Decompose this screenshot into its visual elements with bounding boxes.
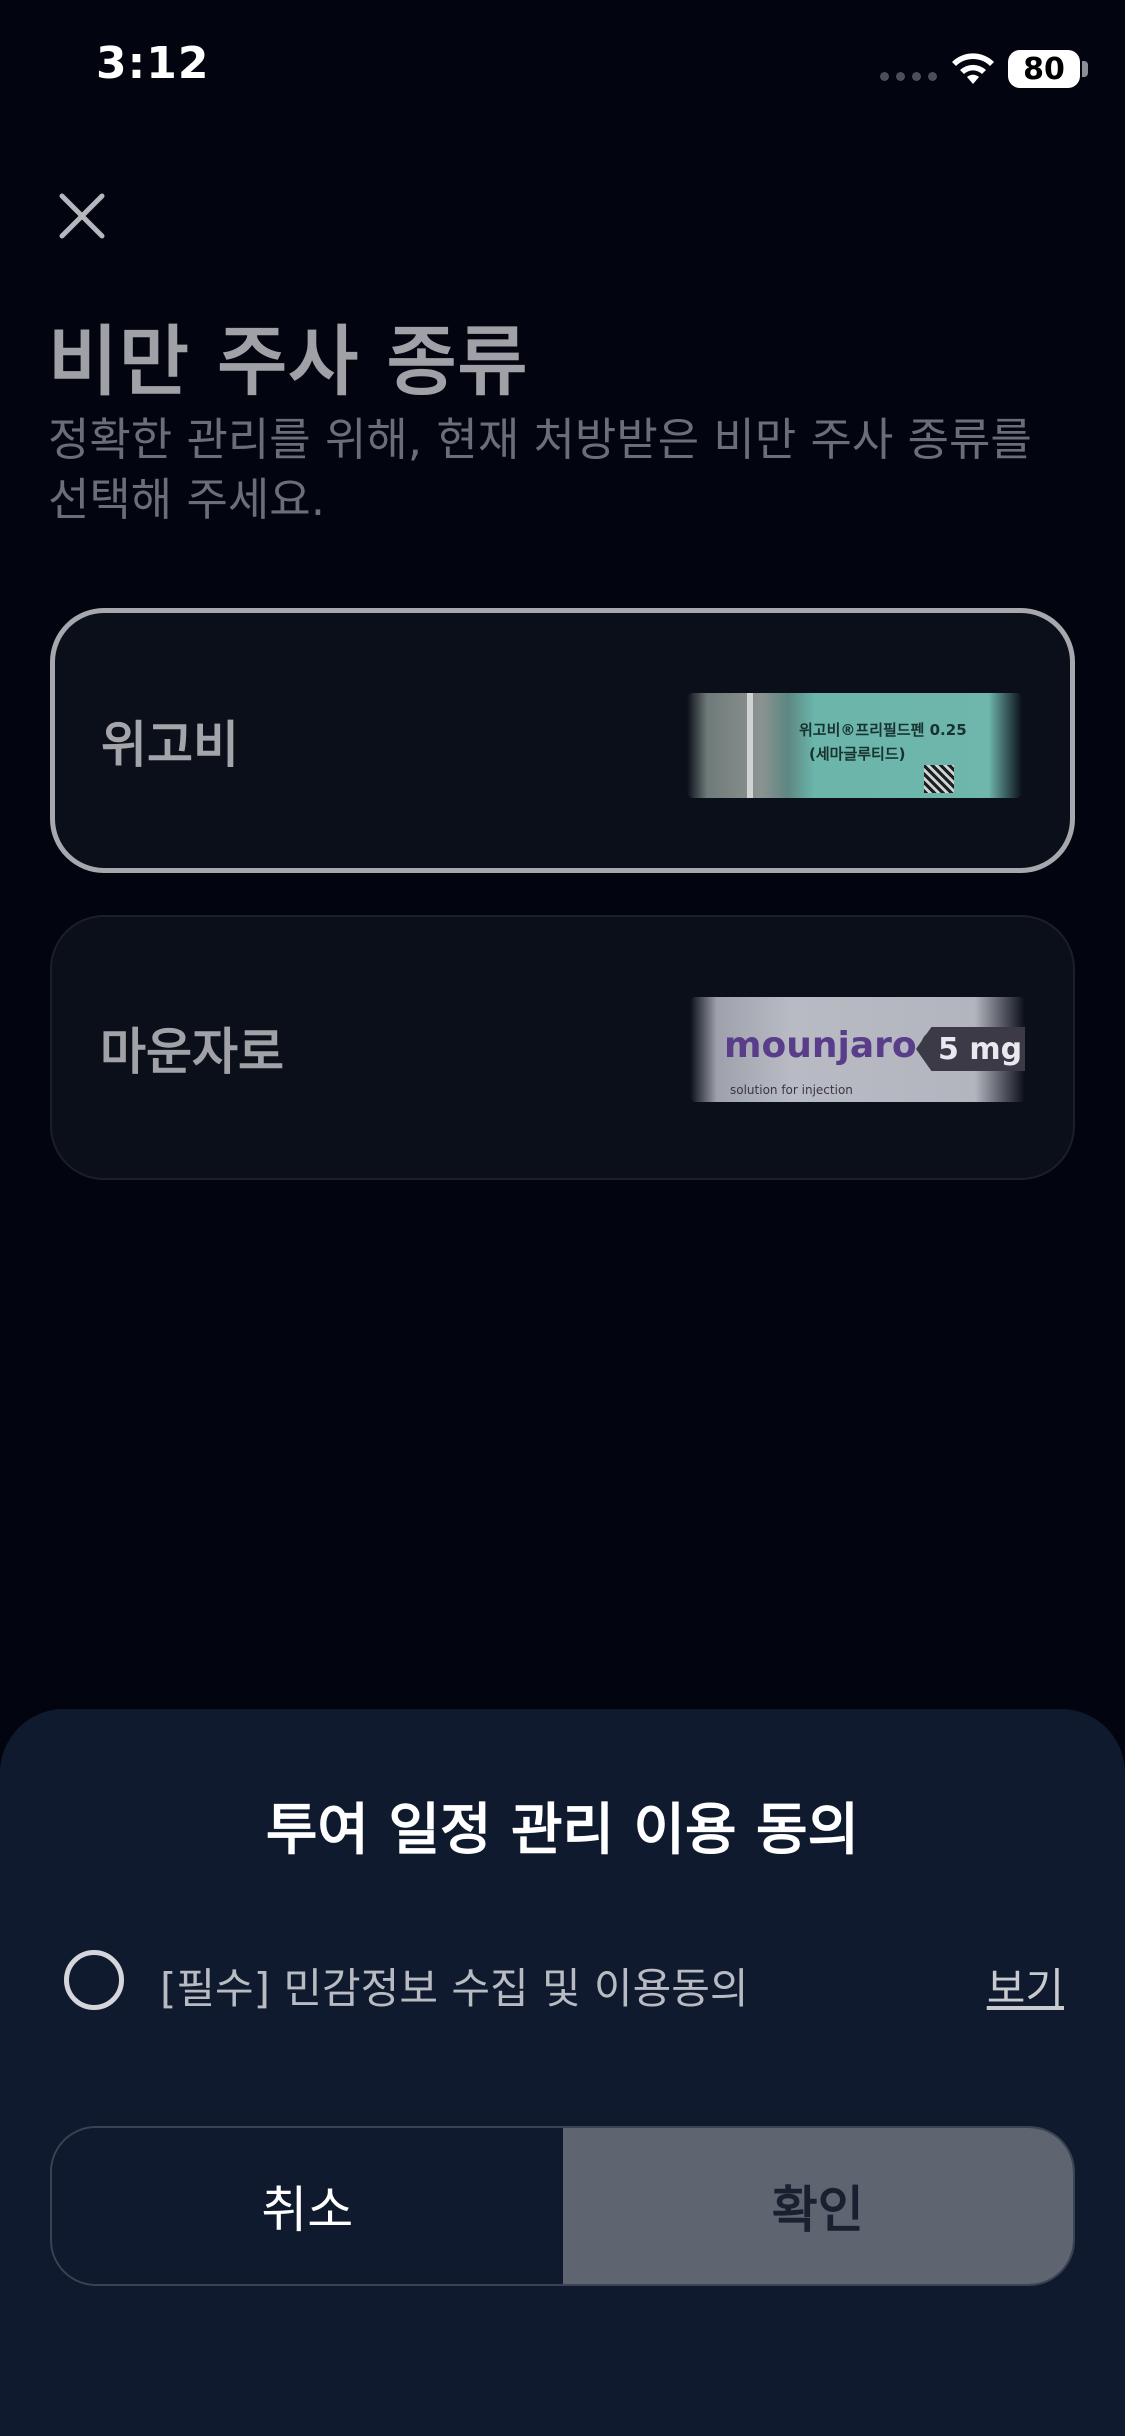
option-card-wegovy[interactable]: 위고비 위고비®프리필드펜 0.25 (세마글루티드)	[50, 608, 1075, 873]
option-card-mounjaro[interactable]: 마운자로 mounjaro® 5 mg solution for injecti…	[50, 915, 1075, 1180]
close-icon[interactable]	[52, 186, 112, 246]
pen-label-line2: (세마글루티드)	[809, 745, 906, 763]
status-time: 3:12	[96, 38, 210, 89]
page-subtitle: 정확한 관리를 위해, 현재 처방받은 비만 주사 종류를 선택해 주세요.	[48, 413, 1032, 526]
cancel-button[interactable]: 취소	[52, 2128, 563, 2284]
consent-row[interactable]: [필수] 민감정보 수집 및 이용동의 보기	[64, 1945, 1064, 2015]
view-terms-link[interactable]: 보기	[987, 1955, 1064, 2016]
qr-code-icon	[924, 765, 954, 793]
sheet-title: 투여 일정 관리 이용 동의	[265, 1798, 860, 1863]
option-label: 마운자로	[100, 1022, 284, 1081]
pen-sub: solution for injection	[730, 1083, 853, 1097]
battery-icon: 80	[1008, 50, 1080, 88]
page-title: 비만 주사 종류	[48, 317, 529, 406]
button-group: 취소 확인	[50, 2126, 1075, 2286]
screen: 3:12 80 비만 주사 종류 정확한 관리를 위해, 현재 처방받은 비만 …	[0, 0, 1125, 2436]
consent-text: [필수] 민감정보 수집 및 이용동의	[160, 1964, 749, 2013]
pen-dose: 5 mg	[916, 1027, 1025, 1071]
mounjaro-pen-image: mounjaro® 5 mg solution for injection	[690, 997, 1025, 1102]
pen-stripe	[747, 693, 753, 798]
wegovy-pen-image: 위고비®프리필드펜 0.25 (세마글루티드)	[687, 693, 1022, 798]
pen-label-line1: 위고비®프리필드펜 0.25	[799, 721, 967, 739]
option-label: 위고비	[101, 715, 239, 774]
pen-brand: mounjaro®	[724, 1025, 953, 1066]
status-bar: 3:12 80	[0, 0, 1125, 140]
cellular-signal-icon	[880, 72, 937, 81]
battery-tip	[1082, 61, 1088, 77]
consent-bottom-sheet: 투여 일정 관리 이용 동의 [필수] 민감정보 수집 및 이용동의 보기 취소…	[0, 1709, 1125, 2436]
radio-unchecked-icon[interactable]	[64, 1950, 124, 2010]
confirm-button[interactable]: 확인	[562, 2128, 1073, 2284]
wifi-icon	[952, 53, 994, 84]
